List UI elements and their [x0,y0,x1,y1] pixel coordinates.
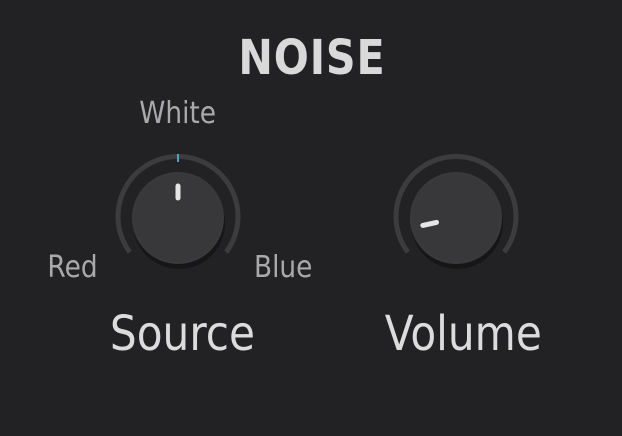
noise-module-panel: NOISE White Red Blue Source Volume [0,0,622,436]
volume-knob-indicator [420,219,439,228]
volume-knob[interactable] [386,148,526,288]
volume-knob-label: Volume [384,306,542,362]
source-knob[interactable] [108,148,248,288]
module-title: NOISE [238,30,386,86]
source-option-white-label: White [139,96,217,131]
source-knob-label: Source [109,306,255,362]
source-option-red-label: Red [47,250,98,285]
source-option-blue-label: Blue [253,250,313,285]
